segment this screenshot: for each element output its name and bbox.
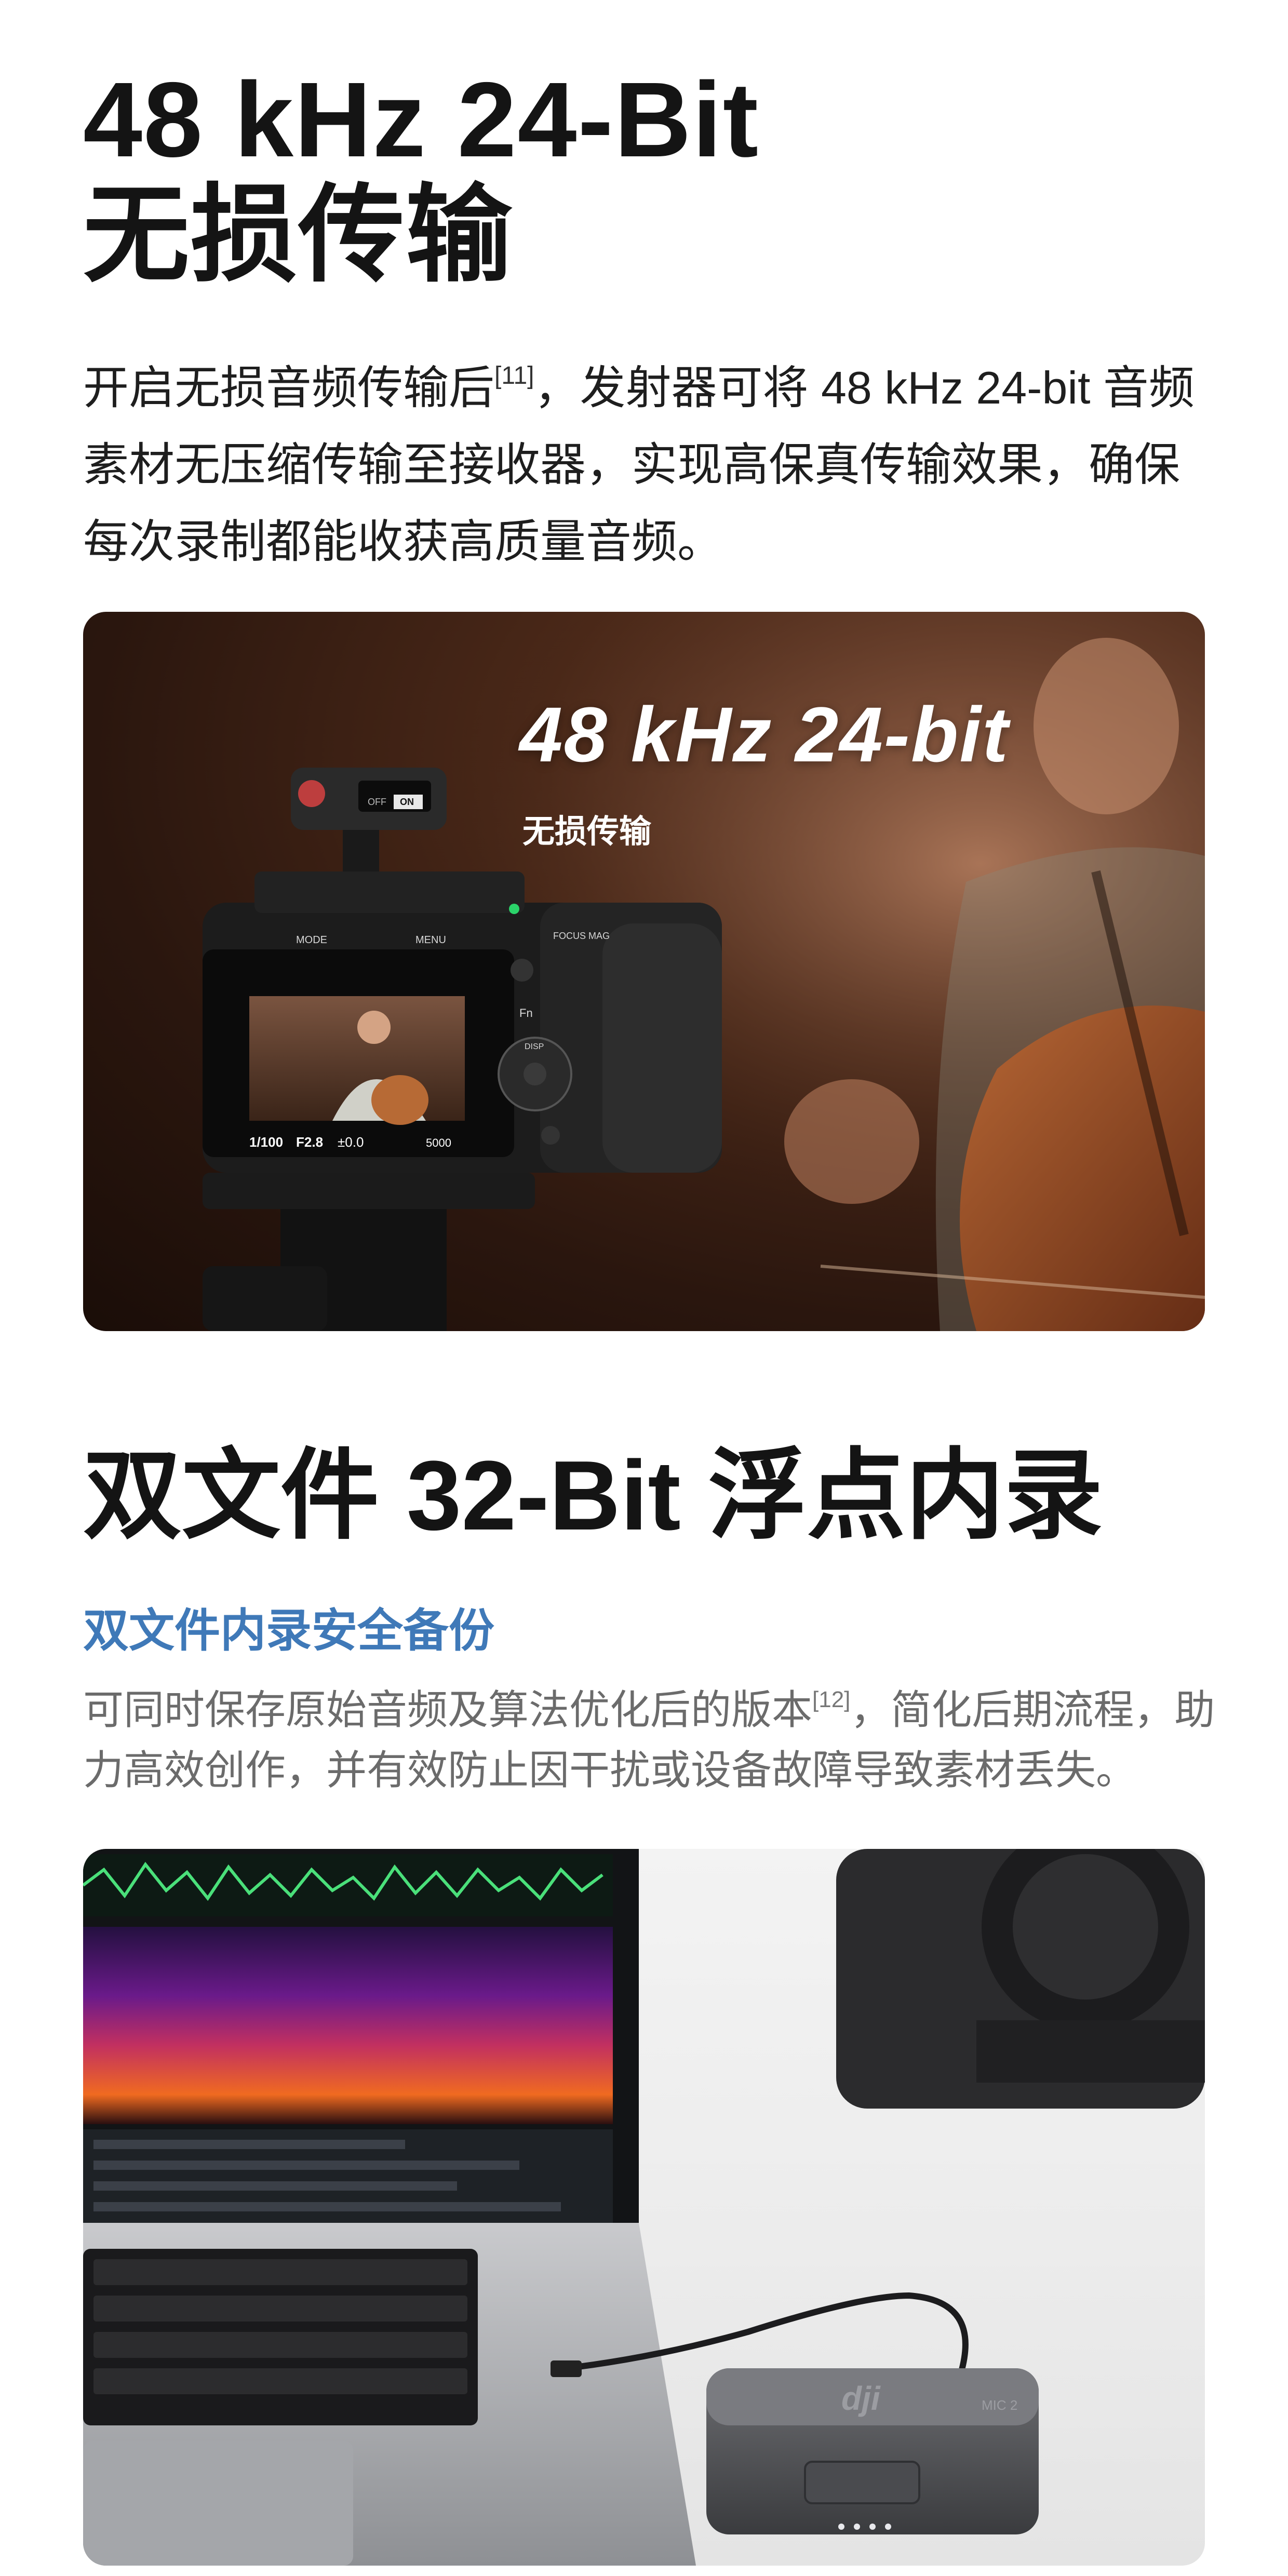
case-latch (804, 2461, 920, 2504)
case-dji-logo: dji (841, 2380, 881, 2417)
camera-button-4 (541, 1126, 560, 1145)
section1-description: 开启无损音频传输后[11]，发射器可将 48 kHz 24-bit 音频素材无压… (83, 338, 1215, 580)
section1-title: 48 kHz 24-Bit 无损传输 (83, 62, 759, 293)
camera-aperture-readout: F2.8 (296, 1134, 323, 1150)
section2-description: 可同时保存原始音频及算法优化后的版本[12]，简化后期流程，助力高效创作，并有效… (83, 1670, 1215, 1800)
camera-disp-label: DISP (525, 1042, 544, 1051)
screen-cello (371, 1075, 428, 1125)
camera-top-plate (254, 871, 525, 913)
section1-description-pre: 开启无损音频传输后 (83, 362, 495, 413)
camera-iso-readout: 5000 (426, 1136, 451, 1149)
speaker-stand (976, 2020, 1205, 2083)
footnote-12[interactable]: [12] (812, 1687, 850, 1712)
tripod-plate (203, 1173, 535, 1209)
section2-description-pre: 可同时保存原始音频及算法优化后的版本 (83, 1687, 813, 1733)
dual-file-recording-photo: dji MIC 2 (83, 1849, 1205, 2566)
laptop-trackpad (83, 2441, 353, 2566)
camera-exposure-readout: ±0.0 (338, 1134, 364, 1150)
audio-spectrogram (83, 1927, 613, 2124)
camera-focus-label: FOCUS MAG (553, 931, 610, 941)
photo1-overlay-subtitle: 无损传输 (522, 814, 652, 850)
case-mic-label: MIC 2 (982, 2397, 1017, 2413)
section2-subtitle: 双文件内录安全备份 (83, 1605, 495, 1656)
section1-title-line2: 无损传输 (83, 176, 513, 294)
camera-center-button (524, 1063, 546, 1085)
receiver-red-dial (298, 780, 325, 807)
section2-title: 双文件 32-Bit 浮点内录 (83, 1441, 1103, 1551)
usb-plug (551, 2360, 582, 2377)
camera-fn-label: Fn (519, 1007, 533, 1019)
speaker-cone (1013, 1854, 1158, 2000)
cellist-hand (784, 1079, 919, 1204)
camera-grip-rubber (602, 923, 722, 1173)
receiver-off-label: OFF (368, 797, 386, 807)
camera-status-led (509, 904, 519, 914)
camera-button-5 (511, 959, 533, 982)
photo1-overlay-title: 48 kHz 24-bit (519, 691, 1009, 778)
lossless-transmission-photo: 1/100 F2.8 ±0.0 5000 MODE MENU FOCUS MAG… (83, 612, 1205, 1331)
camera-menu-label: MENU (415, 934, 446, 946)
laptop-case-illustration: dji MIC 2 (83, 1849, 1205, 2566)
tripod-handle (203, 1266, 327, 1331)
footnote-11[interactable]: [11] (494, 362, 534, 390)
section1-title-line1: 48 kHz 24-Bit (83, 60, 760, 179)
camera-shutter-readout: 1/100 (249, 1134, 283, 1150)
screen-cellist-head (357, 1011, 391, 1044)
receiver-on-label: ON (400, 797, 414, 807)
camera-mode-label: MODE (296, 934, 327, 946)
cellist-head (1034, 638, 1179, 814)
